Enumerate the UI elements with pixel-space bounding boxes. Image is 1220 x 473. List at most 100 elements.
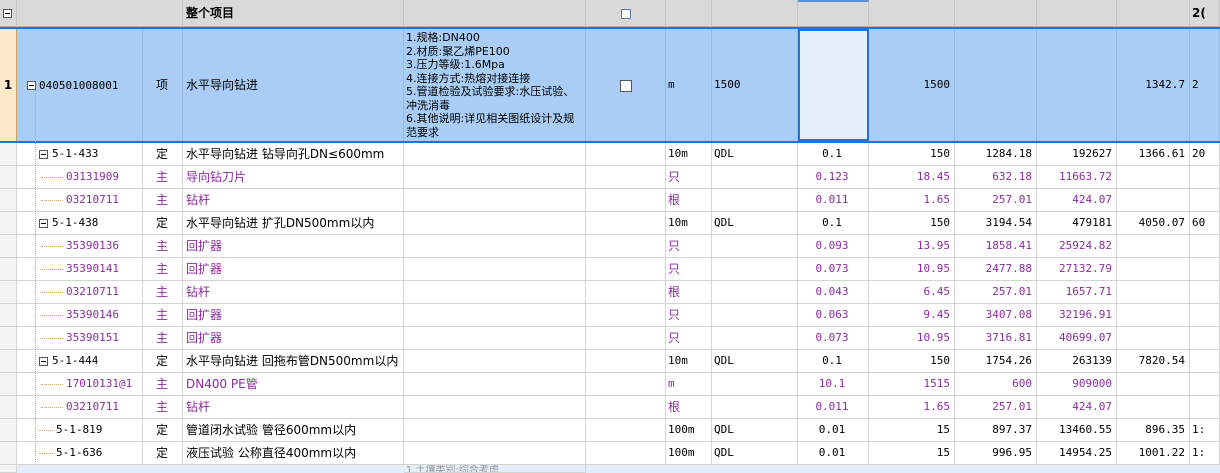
tree-connector: [41, 176, 63, 178]
row-quantity[interactable]: 13.95: [869, 235, 955, 258]
quota-row[interactable]: 5-1-433 定水平导向钻进 钻导向孔DN≤600mm 10m QDL 0.1 150 1…: [0, 143, 1220, 166]
row-expr: [712, 258, 798, 281]
row-name[interactable]: 回扩器: [183, 258, 404, 281]
row-name[interactable]: 回扩器: [183, 235, 404, 258]
row-extra: [1117, 281, 1190, 304]
row-code-text: 03210711: [66, 193, 119, 206]
row-total: 479181: [1037, 212, 1117, 235]
material-row[interactable]: 03131909 主导向钻刀片 只 0.123 18.45 632.18 11663.72: [0, 166, 1220, 189]
material-row[interactable]: 35390151 主回扩器 只 0.073 10.95 3716.81 40699.07: [0, 327, 1220, 350]
material-row[interactable]: 03210711 主钻杆 根 0.011 1.65 257.01 424.07: [0, 396, 1220, 419]
row-name[interactable]: 液压试验 公称直径400mm以内: [183, 442, 404, 465]
quota-row[interactable]: 5-1-636 定液压试验 公称直径400mm以内 100m QDL 0.01 15 996…: [0, 442, 1220, 465]
row-quantity[interactable]: 1515: [869, 373, 955, 396]
row-spec: [404, 373, 586, 396]
bill-quantity[interactable]: 1500: [869, 29, 955, 141]
row-spec: [404, 396, 586, 419]
row-cut: [1190, 281, 1220, 304]
row-quantity[interactable]: 150: [869, 212, 955, 235]
collapse-icon[interactable]: [39, 356, 48, 366]
bill-blank-2: [1037, 29, 1117, 141]
row-type: 主: [143, 258, 183, 281]
row-name[interactable]: 管道闭水试验 管径600mm以内: [183, 419, 404, 442]
bill-blank-1: [955, 29, 1037, 141]
row-cut: [1190, 258, 1220, 281]
quota-row[interactable]: 5-1-819 定管道闭水试验 管径600mm以内 100m QDL 0.01 15 897…: [0, 419, 1220, 442]
bill-name[interactable]: 水平导向钻进: [183, 29, 404, 141]
tree-connector: [41, 291, 63, 293]
tree-connector: [41, 245, 63, 247]
row-number: 1: [0, 29, 17, 141]
collapse-icon[interactable]: [39, 218, 48, 228]
row-name[interactable]: 钻杆: [183, 189, 404, 212]
collapse-icon[interactable]: [27, 81, 36, 90]
row-quantity[interactable]: 15: [869, 442, 955, 465]
row-quantity[interactable]: 9.45: [869, 304, 955, 327]
row-quantity[interactable]: 150: [869, 143, 955, 166]
row-quantity[interactable]: 1.65: [869, 396, 955, 419]
tree-guide-line: [35, 90, 36, 462]
row-total: 424.07: [1037, 396, 1117, 419]
row-unit: 只: [666, 327, 712, 350]
material-row[interactable]: 17010131@1 主 DN400 PE管 m 10.1 1515 600 909000: [0, 373, 1220, 396]
material-row[interactable]: 03210711 主钻杆 根 0.043 6.45 257.01 1657.71: [0, 281, 1220, 304]
row-expr: QDL: [712, 143, 798, 166]
row-name[interactable]: 钻杆: [183, 281, 404, 304]
tree-connector: [41, 406, 63, 408]
row-code-text: 35390151: [66, 331, 119, 344]
row-coefficient: 10.1: [798, 373, 869, 396]
row-quantity[interactable]: 15: [869, 419, 955, 442]
row-gutter: [0, 419, 17, 442]
row-extra: [1117, 373, 1190, 396]
quota-row[interactable]: 5-1-444 定水平导向钻进 回拖布管DN500mm以内 10m QDL 0.1 150…: [0, 350, 1220, 373]
row-unit: 只: [666, 304, 712, 327]
select-all-checkbox[interactable]: [620, 8, 631, 19]
bill-spec[interactable]: 1.规格:DN400 2.材质:聚乙烯PE100 3.压力等级:1.6Mpa 4…: [404, 29, 586, 141]
row-name[interactable]: DN400 PE管: [183, 373, 404, 396]
row-check: [586, 281, 666, 304]
collapse-icon[interactable]: [39, 149, 48, 159]
row-quantity[interactable]: 150: [869, 350, 955, 373]
row-quantity[interactable]: 10.95: [869, 327, 955, 350]
row-cut: [1190, 189, 1220, 212]
material-row[interactable]: 35390141 主回扩器 只 0.073 10.95 2477.88 27132.79: [0, 258, 1220, 281]
quota-row[interactable]: 5-1-438 定水平导向钻进 扩孔DN500mm以内 10m QDL 0.1 150 31…: [0, 212, 1220, 235]
header-c5: [955, 0, 1037, 27]
row-check: [586, 442, 666, 465]
row-name[interactable]: 回扩器: [183, 327, 404, 350]
footer-partial-row: 1.土壤类别:综合考虑: [0, 465, 1220, 473]
row-type: 主: [143, 166, 183, 189]
material-row[interactable]: 35390146 主回扩器 只 0.063 9.45 3407.08 32196.91: [0, 304, 1220, 327]
row-name[interactable]: 导向钻刀片: [183, 166, 404, 189]
row-expr: [712, 281, 798, 304]
row-name[interactable]: 钻杆: [183, 396, 404, 419]
row-name[interactable]: 水平导向钻进 扩孔DN500mm以内: [183, 212, 404, 235]
row-unit: 只: [666, 258, 712, 281]
row-quantity[interactable]: 6.45: [869, 281, 955, 304]
row-code-text: 5-1-819: [56, 423, 103, 436]
row-unit: 只: [666, 166, 712, 189]
bill-checkbox-cell[interactable]: [586, 29, 666, 141]
row-name[interactable]: 回扩器: [183, 304, 404, 327]
row-cut: [1190, 350, 1220, 373]
header-checkbox-cell[interactable]: [586, 0, 666, 27]
row-name[interactable]: 水平导向钻进 钻导向孔DN≤600mm: [183, 143, 404, 166]
bill-active-cell[interactable]: [798, 29, 869, 141]
row-expr: [712, 396, 798, 419]
bill-quantity-expr[interactable]: 1500: [712, 29, 798, 141]
row-quantity[interactable]: 18.45: [869, 166, 955, 189]
row-checkbox[interactable]: [619, 79, 632, 92]
row-total: 40699.07: [1037, 327, 1117, 350]
selected-bill-row[interactable]: 1 040501008001 项 水平导向钻进 1.规格:DN400 2.材质:…: [0, 27, 1220, 143]
minus-box-icon[interactable]: [3, 9, 12, 18]
row-coefficient: 0.01: [798, 442, 869, 465]
row-name[interactable]: 水平导向钻进 回拖布管DN500mm以内: [183, 350, 404, 373]
material-row[interactable]: 35390136 主回扩器 只 0.093 13.95 1858.41 25924.82: [0, 235, 1220, 258]
row-quantity[interactable]: 10.95: [869, 258, 955, 281]
row-quantity[interactable]: 1.65: [869, 189, 955, 212]
row-type: 主: [143, 189, 183, 212]
bill-unit-price[interactable]: 1342.7: [1117, 29, 1190, 141]
header-collapse-cell[interactable]: [0, 0, 17, 27]
material-row[interactable]: 03210711 主钻杆 根 0.011 1.65 257.01 424.07: [0, 189, 1220, 212]
row-gutter: [0, 304, 17, 327]
